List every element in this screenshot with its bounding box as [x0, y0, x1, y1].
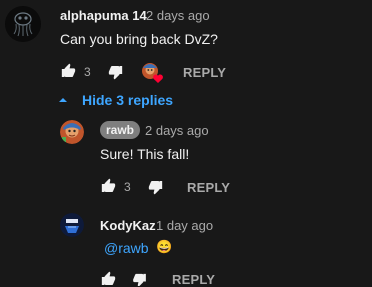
avatar-kodykaz[interactable] [60, 213, 84, 237]
reply-timestamp[interactable]: 1 day ago [156, 218, 213, 233]
comment-text: Can you bring back DvZ? [60, 31, 218, 47]
thumbs-down-icon [108, 66, 123, 80]
reply-button[interactable]: REPLY [183, 65, 226, 80]
reply-like-button[interactable] [100, 178, 117, 194]
creator-heart-badge [141, 62, 165, 84]
rawb-avatar-icon [60, 120, 84, 144]
jellyfish-avatar-icon [5, 6, 41, 42]
thumbs-down-icon [133, 273, 146, 286]
kodykaz-avatar-icon [60, 213, 84, 237]
thumbs-down-icon [148, 181, 163, 195]
reply-button[interactable]: REPLY [187, 180, 230, 195]
hide-replies-label: Hide 3 replies [82, 92, 174, 108]
reply-like-count: 3 [124, 180, 131, 194]
comment-author[interactable]: alphapuma 14 [60, 8, 147, 23]
mention-link[interactable]: @rawb [104, 240, 149, 256]
creator-avatar-heart-icon [142, 63, 163, 83]
like-button[interactable] [60, 63, 77, 79]
creator-name-chip[interactable]: rawb [100, 121, 141, 139]
reply-button[interactable]: REPLY [172, 272, 215, 287]
reply-timestamp[interactable]: 2 days ago [145, 123, 209, 138]
caret-up-icon [58, 96, 68, 104]
avatar-rawb[interactable] [60, 120, 84, 144]
avatar-alphapuma[interactable] [5, 6, 41, 42]
reply-author[interactable]: KodyKaz [100, 218, 156, 233]
reply-dislike-button[interactable] [131, 272, 148, 286]
comment-timestamp[interactable]: 2 days ago [146, 8, 210, 23]
like-count: 3 [84, 65, 91, 79]
dislike-button[interactable] [107, 64, 124, 80]
reply-dislike-button[interactable] [147, 179, 164, 195]
thumbs-up-icon [101, 178, 116, 192]
reply-like-button[interactable] [100, 271, 117, 287]
thumbs-up-icon [101, 271, 116, 285]
grin-emoji-icon: 😄 [156, 239, 173, 254]
thumbs-up-icon [61, 63, 76, 77]
reply-text: Sure! This fall! [100, 146, 190, 162]
